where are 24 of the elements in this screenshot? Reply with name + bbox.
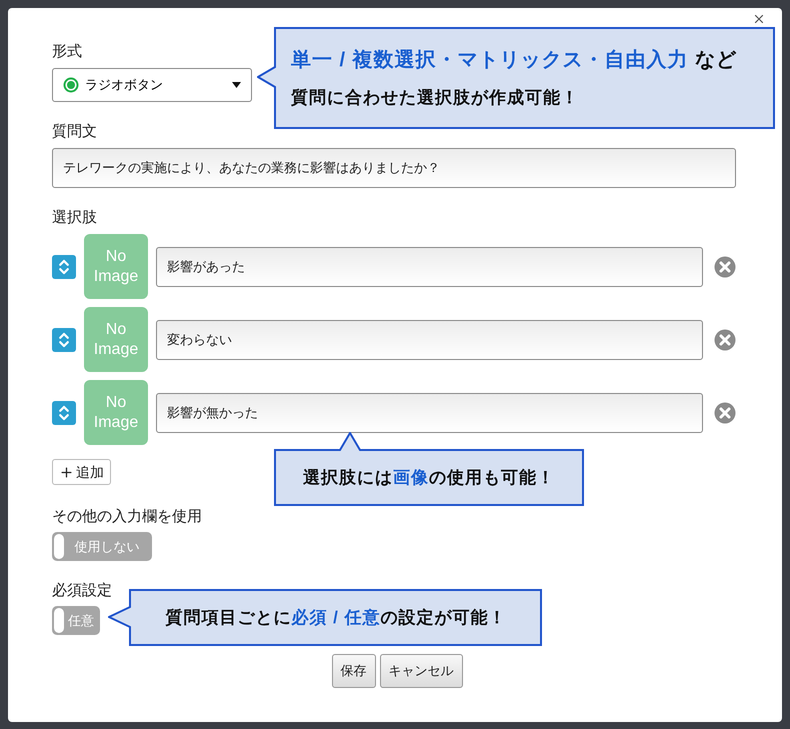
reorder-handle-icon[interactable] (52, 328, 76, 352)
add-button[interactable]: 追加 (52, 459, 111, 485)
plus-icon (59, 464, 74, 480)
caret-icon (232, 82, 241, 88)
image-callout: 選択肢には画像の使用も可能！ (274, 432, 584, 506)
field-label: 選択肢 (52, 208, 97, 228)
field-label: その他の入力欄を使用 (52, 507, 202, 527)
close-button[interactable] (752, 12, 766, 26)
reorder-handle-icon[interactable] (52, 254, 76, 278)
cancel-button[interactable]: キャンセル (380, 654, 462, 688)
field-label: 質問文 (52, 122, 97, 142)
reorder-handle-icon[interactable] (52, 400, 76, 424)
save-button[interactable]: 保存 (332, 654, 376, 688)
delete-icon[interactable] (714, 256, 736, 278)
question-field[interactable]: テレワークの実施により、あなたの業務に影響はありましたか？ (52, 148, 736, 188)
radio-icon (63, 77, 79, 93)
delete-icon[interactable] (714, 328, 736, 350)
choice-field[interactable]: 影響があった (156, 246, 703, 286)
choice-field[interactable]: 影響が無かった (156, 392, 703, 432)
field-label: 形式 (52, 42, 82, 62)
format-select[interactable]: ラジオボタン (52, 68, 252, 102)
delete-icon[interactable] (714, 402, 736, 424)
format-callout: 単一 / 複数選択・マトリックス・自由入力 など 質問に合わせた選択肢が作成可能！ (257, 27, 775, 129)
choice-field[interactable]: 変わらない (156, 320, 703, 360)
